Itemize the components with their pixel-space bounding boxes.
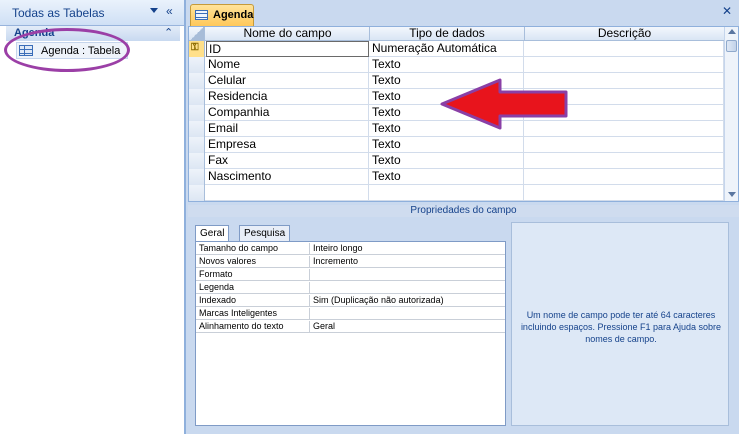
field-name-cell[interactable]: Celular xyxy=(206,73,369,89)
data-type-cell[interactable]: Numeração Automática xyxy=(370,41,524,57)
field-name-cell[interactable]: Fax xyxy=(206,153,369,169)
field-name-cell[interactable] xyxy=(206,185,369,201)
property-name: Tamanho do campo xyxy=(196,243,310,255)
property-value[interactable]: Geral xyxy=(311,321,504,333)
description-cell[interactable] xyxy=(525,185,724,201)
table-row[interactable]: Nome Texto xyxy=(189,57,724,73)
data-type-cell[interactable]: Texto xyxy=(370,153,524,169)
field-name-cell[interactable]: Nome xyxy=(206,57,369,73)
property-name: Marcas Inteligentes xyxy=(196,308,310,320)
tab-label: Agenda xyxy=(213,9,254,21)
data-type-cell[interactable]: Texto xyxy=(370,137,524,153)
row-selector[interactable] xyxy=(189,185,205,201)
property-row[interactable]: Novos valores Incremento xyxy=(196,256,505,268)
property-row[interactable]: Marcas Inteligentes xyxy=(196,308,505,320)
property-name: Legenda xyxy=(196,282,310,294)
field-name-cell[interactable]: ID xyxy=(206,41,369,57)
header-field-name: Nome do campo xyxy=(206,27,370,41)
description-cell[interactable] xyxy=(525,41,724,57)
property-name: Alinhamento do texto xyxy=(196,321,310,333)
property-name: Novos valores xyxy=(196,256,310,268)
nav-pane-title[interactable]: Todas as Tabelas xyxy=(12,6,105,20)
tab-general[interactable]: Geral xyxy=(195,225,230,242)
table-row[interactable]: Fax Texto xyxy=(189,153,724,169)
header-data-type: Tipo de dados xyxy=(370,27,525,41)
row-selector[interactable] xyxy=(189,153,205,169)
tab-agenda[interactable]: Agenda xyxy=(190,4,254,26)
property-row[interactable]: Legenda xyxy=(196,282,505,294)
property-value[interactable]: Sim (Duplicação não autorizada) xyxy=(311,295,504,307)
data-type-cell[interactable] xyxy=(370,185,524,201)
field-name-cell[interactable]: Companhia xyxy=(206,105,369,121)
vertical-scrollbar[interactable] xyxy=(724,27,738,201)
row-selector[interactable] xyxy=(189,105,205,121)
table-row[interactable]: Nascimento Texto xyxy=(189,169,724,185)
field-properties-bar: Propriedades do campo xyxy=(188,205,739,217)
field-properties-title: Propriedades do campo xyxy=(410,205,517,216)
grid-header: Nome do campo Tipo de dados Descrição xyxy=(189,27,738,41)
property-row[interactable]: Tamanho do campo Inteiro longo xyxy=(196,243,505,255)
row-selector[interactable] xyxy=(189,89,205,105)
table-icon xyxy=(195,10,208,20)
field-name-cell[interactable]: Nascimento xyxy=(206,169,369,185)
row-selector[interactable] xyxy=(189,121,205,137)
properties-grid: Tamanho do campo Inteiro longo Novos val… xyxy=(195,241,506,426)
field-name-cell[interactable]: Residencia xyxy=(206,89,369,105)
property-name: Formato xyxy=(196,269,310,281)
field-name-cell[interactable]: Email xyxy=(206,121,369,137)
description-cell[interactable] xyxy=(525,169,724,185)
description-cell[interactable] xyxy=(525,153,724,169)
row-selector[interactable]: ⚿ xyxy=(189,41,205,57)
annotation-arrow xyxy=(440,78,568,130)
close-icon[interactable]: ✕ xyxy=(722,4,732,18)
property-name: Indexado xyxy=(196,295,310,307)
chevron-down-icon[interactable] xyxy=(150,8,158,13)
table-row[interactable]: Empresa Texto xyxy=(189,137,724,153)
scroll-thumb[interactable] xyxy=(726,40,737,52)
tab-lookup[interactable]: Pesquisa xyxy=(239,225,291,241)
row-selector[interactable] xyxy=(189,137,205,153)
table-row[interactable] xyxy=(189,185,724,201)
property-value[interactable]: Inteiro longo xyxy=(311,243,504,255)
row-selector[interactable] xyxy=(189,169,205,185)
description-cell[interactable] xyxy=(525,137,724,153)
document-tab-bar: Agenda xyxy=(188,4,739,26)
help-text: Um nome de campo pode ter até 64 caracte… xyxy=(520,310,722,344)
collapse-pane-icon[interactable]: « xyxy=(166,4,173,18)
property-row[interactable]: Formato xyxy=(196,269,505,281)
nav-pane-header[interactable]: Todas as Tabelas « xyxy=(0,0,184,26)
row-selector[interactable] xyxy=(189,73,205,89)
navigation-pane: Todas as Tabelas « Agenda ⌃ Agenda : Tab… xyxy=(0,0,186,434)
properties-tabs: Geral Pesquisa xyxy=(195,225,315,242)
property-value[interactable] xyxy=(311,282,504,294)
property-value[interactable] xyxy=(311,308,504,320)
description-cell[interactable] xyxy=(525,57,724,73)
data-type-cell[interactable]: Texto xyxy=(370,57,524,73)
help-panel: Um nome de campo pode ter até 64 caracte… xyxy=(511,222,729,426)
data-type-cell[interactable]: Texto xyxy=(370,169,524,185)
row-selector[interactable] xyxy=(189,57,205,73)
chevron-up-icon[interactable]: ⌃ xyxy=(164,26,173,39)
select-all-corner[interactable] xyxy=(189,27,205,41)
annotation-circle xyxy=(4,28,130,72)
table-row[interactable]: ⚿ ID Numeração Automática xyxy=(189,41,724,57)
primary-key-icon: ⚿ xyxy=(191,42,199,53)
property-value[interactable]: Incremento xyxy=(311,256,504,268)
field-name-cell[interactable]: Empresa xyxy=(206,137,369,153)
scroll-down-icon[interactable] xyxy=(728,192,736,197)
property-value[interactable] xyxy=(311,269,504,281)
header-description: Descrição xyxy=(525,27,725,41)
property-row[interactable]: Alinhamento do texto Geral xyxy=(196,321,505,333)
scroll-up-icon[interactable] xyxy=(728,29,736,34)
property-row[interactable]: Indexado Sim (Duplicação não autorizada) xyxy=(196,295,505,307)
